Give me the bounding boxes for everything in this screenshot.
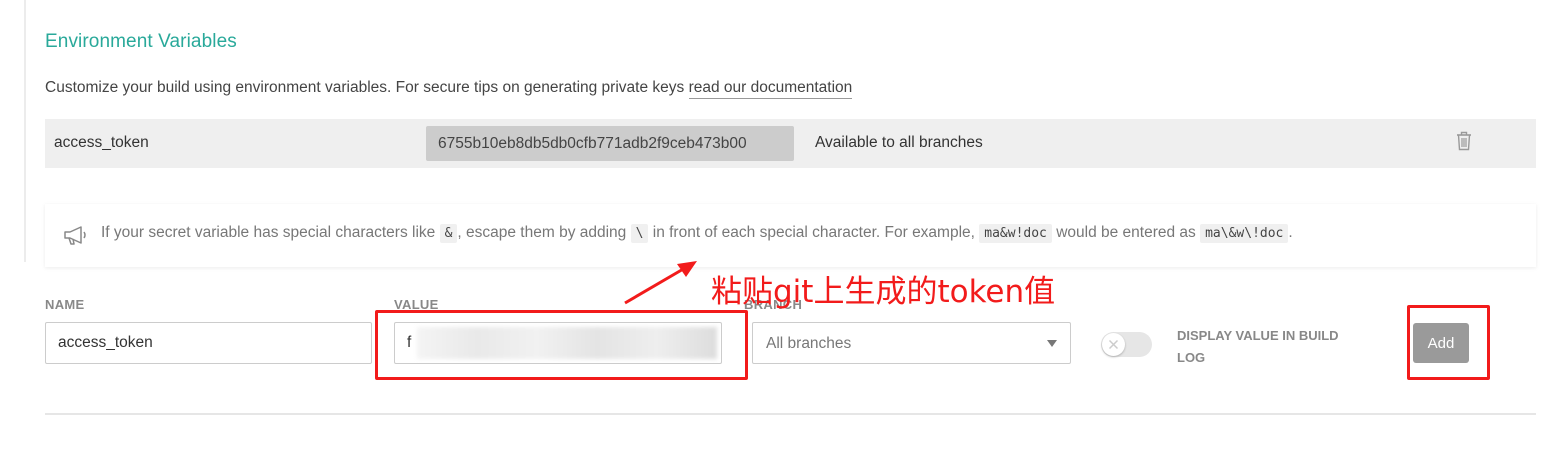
env-variable-name: access_token xyxy=(54,134,149,151)
annotation-box-value xyxy=(375,310,748,380)
special-characters-notice: If your secret variable has special char… xyxy=(45,204,1536,267)
megaphone-icon xyxy=(63,224,89,246)
trash-icon[interactable] xyxy=(1454,130,1474,152)
env-variable-branches: Available to all branches xyxy=(815,134,983,151)
name-label: NAME xyxy=(45,297,85,312)
annotation-text: 粘贴git上生成的token值 xyxy=(711,274,1056,310)
branch-select-value: All branches xyxy=(766,335,852,352)
bottom-divider xyxy=(45,413,1536,415)
display-value-label: DISPLAY VALUE IN BUILD LOG xyxy=(1177,328,1339,365)
notice-text: If your secret variable has special char… xyxy=(101,224,1293,243)
env-variable-value[interactable]: 6755b10eb8db5db0cfb771adb2f9ceb473b00 xyxy=(426,126,794,161)
notice-text-part: would be entered as xyxy=(1051,224,1201,241)
name-input[interactable]: access_token xyxy=(45,322,372,364)
section-description: Customize your build using environment v… xyxy=(45,79,853,99)
close-icon xyxy=(1108,339,1119,350)
code-example-input: ma&w!doc xyxy=(979,224,1052,243)
notice-text-part: in front of each special character. For … xyxy=(648,224,980,241)
toggle-knob xyxy=(1102,333,1125,356)
notice-text-part: If your secret variable has special char… xyxy=(101,224,440,241)
description-text: Customize your build using environment v… xyxy=(45,79,689,96)
chevron-down-icon xyxy=(1047,340,1057,347)
env-variable-row: access_token 6755b10eb8db5db0cfb771adb2f… xyxy=(45,119,1536,168)
section-title: Environment Variables xyxy=(45,31,237,52)
code-backslash: \ xyxy=(630,224,649,243)
annotation-box-add xyxy=(1407,305,1490,380)
documentation-link[interactable]: read our documentation xyxy=(688,79,853,99)
display-value-toggle[interactable] xyxy=(1101,332,1152,357)
code-ampersand: & xyxy=(439,224,458,243)
annotation-arrow-icon xyxy=(624,261,697,305)
branch-select[interactable]: All branches xyxy=(752,322,1071,364)
code-example-escaped: ma\&w\!doc xyxy=(1200,224,1289,243)
left-divider xyxy=(24,0,26,262)
notice-text-part: , escape them by adding xyxy=(457,224,631,241)
notice-text-part: . xyxy=(1288,224,1293,241)
